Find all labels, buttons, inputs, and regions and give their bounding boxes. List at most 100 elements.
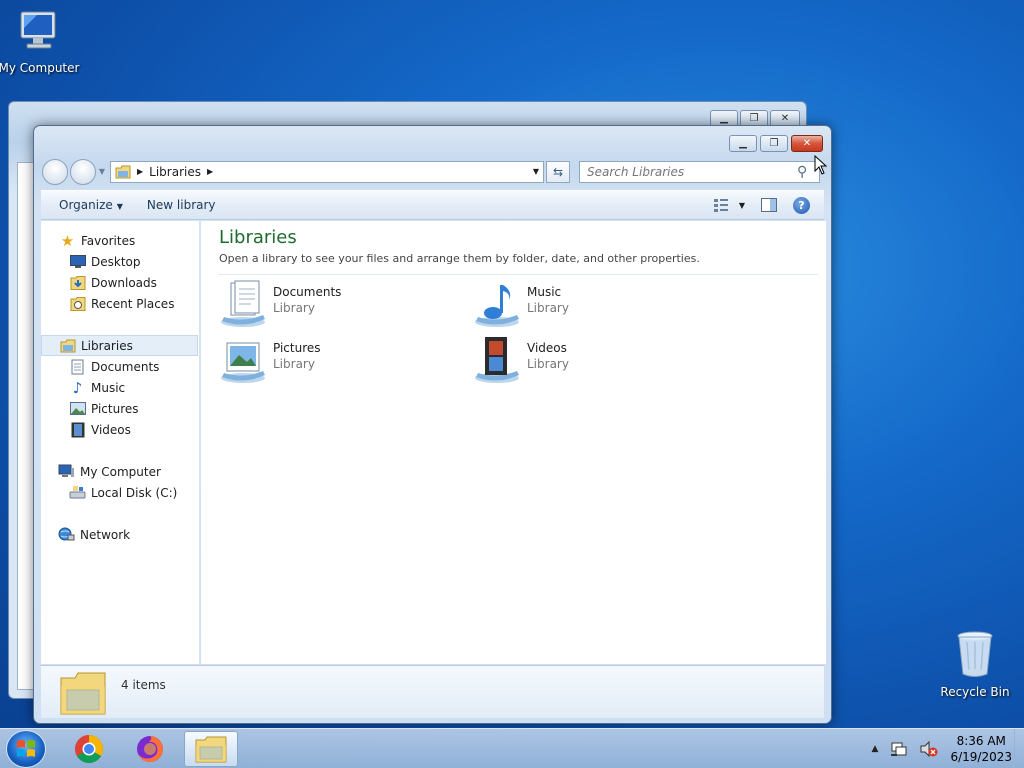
library-name: Music xyxy=(527,285,562,299)
nav-label: Recent Places xyxy=(91,296,175,311)
explorer-window[interactable]: ▁ ❐ ✕ ▼ ▶ Libraries ▶ ▼ ⇆ ⚲ Organize▼ Ne… xyxy=(33,125,832,724)
documents-library-icon xyxy=(221,280,265,327)
explorer-folder-icon xyxy=(195,736,227,763)
organize-button[interactable]: Organize ▼ xyxy=(41,198,135,212)
preview-pane-icon[interactable] xyxy=(761,198,777,212)
library-item-documents[interactable]: Documents Library xyxy=(219,279,459,331)
details-pane: 4 items xyxy=(41,665,824,718)
organize-label: Organize xyxy=(59,198,113,212)
library-name: Pictures xyxy=(273,341,321,355)
back-button[interactable] xyxy=(42,158,68,185)
new-library-button[interactable]: New library xyxy=(135,198,228,212)
taskbar-firefox[interactable] xyxy=(123,731,177,767)
nav-label: Music xyxy=(91,380,126,395)
breadcrumb-arrow-icon: ▶ xyxy=(137,167,144,176)
star-icon: ★ xyxy=(60,231,75,250)
navigation-pane: ★ Favorites Desktop Downloads Recent Pla… xyxy=(41,221,200,664)
volume-muted-icon[interactable] xyxy=(920,741,938,757)
videos-icon xyxy=(69,421,86,438)
desktop-icon-recycle-bin[interactable]: Recycle Bin xyxy=(930,630,1020,699)
desktop-icon-my-computer[interactable]: My Computer xyxy=(0,8,84,75)
library-item-music[interactable]: Music Library xyxy=(473,279,713,331)
minimize-button[interactable]: ▁ xyxy=(729,135,757,152)
refresh-button[interactable]: ⇆ xyxy=(546,160,570,183)
desktop-icon-label: My Computer xyxy=(0,61,80,75)
nav-item-network[interactable]: Network xyxy=(41,524,198,545)
maximize-button[interactable]: ❐ xyxy=(760,135,788,152)
library-name: Documents xyxy=(273,285,342,299)
address-dropdown-icon[interactable]: ▼ xyxy=(529,167,543,176)
taskbar-explorer[interactable] xyxy=(184,731,238,767)
nav-label: My Computer xyxy=(80,464,161,479)
library-type: Library xyxy=(273,357,315,371)
nav-item-favorites[interactable]: ★ Favorites xyxy=(41,230,198,251)
search-icon[interactable]: ⚲ xyxy=(797,164,807,180)
page-title: Libraries xyxy=(219,227,297,248)
library-type: Library xyxy=(527,357,569,371)
documents-icon xyxy=(69,358,86,375)
search-box[interactable]: ⚲ xyxy=(579,160,820,183)
breadcrumb-libraries[interactable]: Libraries xyxy=(149,165,201,179)
nav-item-documents[interactable]: Documents xyxy=(41,356,198,377)
help-icon[interactable]: ? xyxy=(793,196,810,214)
taskbar: ▲ 8:36 AM 6/19/2023 xyxy=(0,728,1024,768)
chevron-down-icon: ▼ xyxy=(738,200,745,210)
music-library-icon xyxy=(475,285,519,327)
nav-item-music[interactable]: ♪ Music xyxy=(41,377,198,398)
network-icon xyxy=(58,526,75,543)
nav-item-pictures[interactable]: Pictures xyxy=(41,398,198,419)
library-type: Library xyxy=(273,301,315,315)
divider xyxy=(219,274,818,275)
chrome-icon xyxy=(75,735,103,763)
library-item-videos[interactable]: Videos Library xyxy=(473,335,713,387)
pictures-library-icon xyxy=(221,342,265,383)
firefox-icon xyxy=(137,736,163,762)
change-view-button[interactable]: ▼ xyxy=(713,198,745,212)
nav-item-recent-places[interactable]: Recent Places xyxy=(41,293,198,314)
search-input[interactable] xyxy=(587,164,797,179)
libraries-folder-icon xyxy=(60,672,106,715)
taskbar-chrome[interactable] xyxy=(62,731,116,767)
nav-label: Favorites xyxy=(81,233,136,248)
clock-time: 8:36 AM xyxy=(956,734,1006,748)
computer-icon xyxy=(20,11,56,49)
nav-label: Downloads xyxy=(91,275,157,290)
item-count: 4 items xyxy=(121,678,166,692)
mouse-cursor-icon xyxy=(814,155,828,175)
nav-label: Documents xyxy=(91,359,160,374)
network-status-icon[interactable] xyxy=(890,741,908,757)
show-desktop-button[interactable] xyxy=(1014,729,1024,768)
nav-item-desktop[interactable]: Desktop xyxy=(41,251,198,272)
nav-item-my-computer[interactable]: My Computer xyxy=(41,461,198,482)
system-tray: ▲ 8:36 AM 6/19/2023 xyxy=(872,733,1012,765)
music-icon: ♪ xyxy=(72,378,83,397)
desktop-icon-label: Recycle Bin xyxy=(940,685,1010,699)
close-button[interactable]: ✕ xyxy=(791,135,823,152)
forward-button[interactable] xyxy=(70,158,96,185)
nav-label: Videos xyxy=(91,422,131,437)
address-bar[interactable]: ▶ Libraries ▶ ▼ xyxy=(110,160,544,183)
command-bar: Organize ▼ New library ▼ ? xyxy=(41,190,824,220)
library-item-pictures[interactable]: Pictures Library xyxy=(219,335,459,387)
desktop-icon xyxy=(69,253,86,270)
videos-library-icon xyxy=(475,337,519,383)
libraries-icon xyxy=(59,337,76,354)
computer-icon xyxy=(58,463,75,480)
nav-item-videos[interactable]: Videos xyxy=(41,419,198,440)
nav-item-libraries[interactable]: Libraries xyxy=(41,335,198,356)
clock[interactable]: 8:36 AM 6/19/2023 xyxy=(950,733,1012,765)
clock-date: 6/19/2023 xyxy=(950,750,1012,764)
show-hidden-icons-icon[interactable]: ▲ xyxy=(872,744,879,754)
start-button[interactable] xyxy=(6,730,46,768)
nav-item-downloads[interactable]: Downloads xyxy=(41,272,198,293)
nav-label: Libraries xyxy=(81,338,133,353)
recent-pages-dropdown[interactable]: ▼ xyxy=(96,167,108,176)
downloads-icon xyxy=(69,274,86,291)
nav-label: Network xyxy=(80,527,131,542)
page-subtitle: Open a library to see your files and arr… xyxy=(219,252,700,265)
recent-places-icon xyxy=(69,295,86,312)
nav-item-local-disk[interactable]: Local Disk (C:) xyxy=(41,482,198,503)
library-type: Library xyxy=(527,301,569,315)
libraries-icon xyxy=(115,165,131,178)
breadcrumb-arrow-icon[interactable]: ▶ xyxy=(207,167,213,176)
